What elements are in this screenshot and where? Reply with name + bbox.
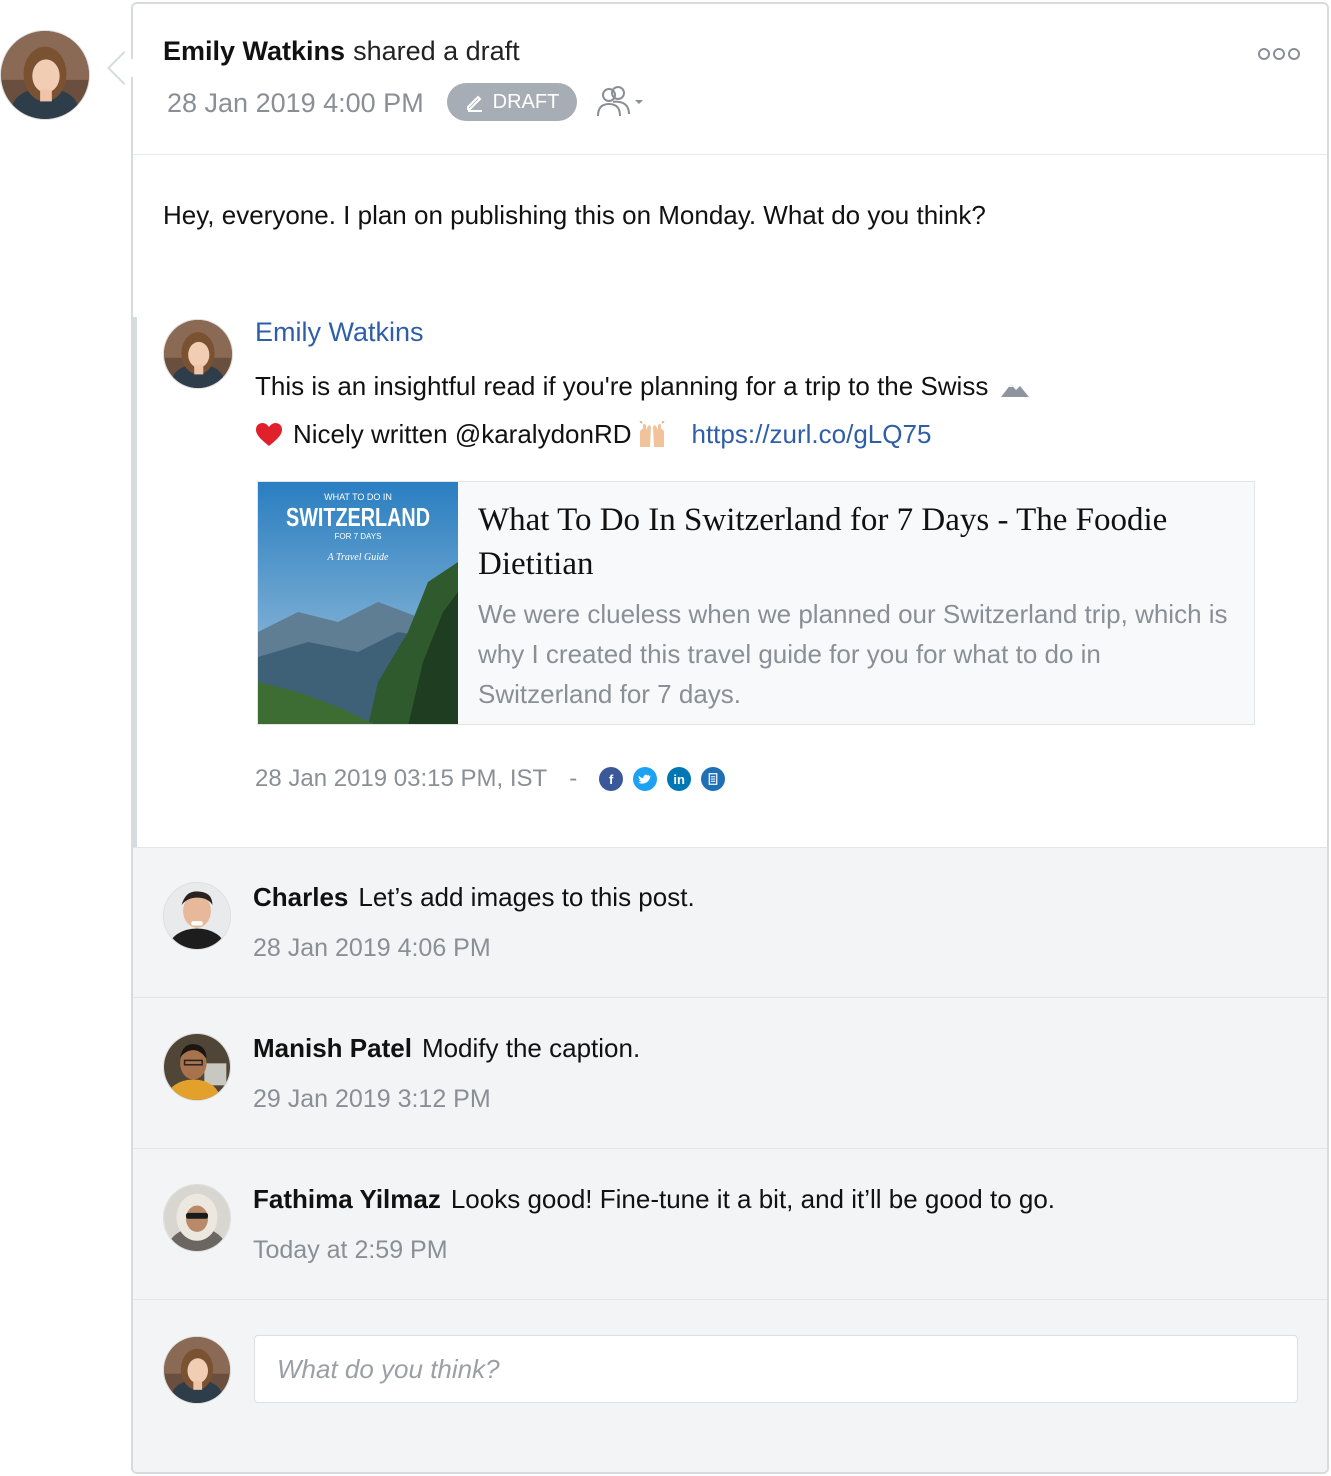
commenter-name[interactable]: Fathima Yilmaz bbox=[253, 1184, 441, 1214]
comments-section: Charles Let’s add images to this post. 28… bbox=[133, 847, 1327, 1472]
raised-hands-icon bbox=[638, 420, 665, 447]
comment-text-line: Manish Patel Modify the caption. bbox=[253, 1033, 640, 1064]
thumb-sub: FOR 7 DAYS bbox=[335, 532, 382, 541]
post-card: Emily Watkins shared a draft 28 Jan 2019 … bbox=[131, 2, 1329, 1474]
thumb-title: SWITZERLAND bbox=[286, 502, 430, 532]
author-name[interactable]: Emily Watkins bbox=[163, 36, 345, 66]
shared-text-line-2: Nicely written @karalydonRD https://zurl… bbox=[255, 419, 931, 450]
comment-text-line: Charles Let’s add images to this post. bbox=[253, 882, 695, 913]
thumb-kicker: WHAT TO DO IN bbox=[324, 492, 392, 502]
comment-time: 29 Jan 2019 3:12 PM bbox=[253, 1085, 491, 1113]
comment-time: 28 Jan 2019 4:06 PM bbox=[253, 934, 491, 962]
commenter-avatar[interactable] bbox=[163, 1033, 231, 1101]
comment-text: Let’s add images to this post. bbox=[358, 882, 695, 912]
linkedin-icon[interactable]: in bbox=[667, 767, 692, 791]
shared-link[interactable]: https://zurl.co/gLQ75 bbox=[692, 419, 932, 450]
shared-text-line-2-content: Nicely written @karalydonRD bbox=[293, 419, 632, 449]
social-network-icons: f in bbox=[599, 767, 726, 791]
shared-meta: 28 Jan 2019 03:15 PM, IST - f in bbox=[255, 765, 726, 793]
commenter-avatar[interactable] bbox=[163, 882, 231, 950]
link-preview-title[interactable]: What To Do In Switzerland for 7 Days - T… bbox=[478, 498, 1238, 586]
facebook-icon[interactable]: f bbox=[599, 767, 624, 791]
pencil-icon bbox=[466, 95, 482, 112]
commenter-name[interactable]: Charles bbox=[253, 882, 348, 912]
author-line: Emily Watkins shared a draft bbox=[163, 36, 520, 67]
more-icon bbox=[1258, 48, 1300, 60]
comment-item: Manish Patel Modify the caption. 29 Jan 2… bbox=[133, 999, 1327, 1149]
commenter-name[interactable]: Manish Patel bbox=[253, 1033, 412, 1063]
shared-text-line-1-content: This is an insightful read if you're pla… bbox=[255, 371, 989, 401]
document-icon[interactable] bbox=[701, 767, 726, 791]
shared-post: Emily Watkins This is an insightful read… bbox=[133, 317, 1327, 847]
shared-author-name[interactable]: Emily Watkins bbox=[255, 317, 424, 348]
post-header: Emily Watkins shared a draft 28 Jan 2019 … bbox=[133, 4, 1327, 155]
people-icon bbox=[597, 86, 643, 117]
shared-meta-time: 28 Jan 2019 03:15 PM, IST bbox=[255, 765, 548, 792]
audience-dropdown[interactable] bbox=[595, 84, 647, 120]
comment-text: Looks good! Fine-tune it a bit, and it’l… bbox=[450, 1184, 1056, 1214]
comment-text-line: Fathima Yilmaz Looks good! Fine-tune it a… bbox=[253, 1184, 1055, 1215]
post-timestamp: 28 Jan 2019 4:00 PM bbox=[167, 88, 424, 118]
heart-icon bbox=[256, 422, 282, 446]
author-action: shared a draft bbox=[353, 36, 520, 66]
mountain-icon bbox=[1000, 384, 1029, 398]
twitter-icon[interactable] bbox=[633, 767, 658, 791]
shared-text-line-1: This is an insightful read if you're pla… bbox=[255, 371, 1030, 402]
comment-item: Charles Let’s add images to this post. 28… bbox=[133, 848, 1327, 998]
draft-badge: DRAFT bbox=[447, 83, 577, 121]
current-user-avatar[interactable] bbox=[163, 1336, 231, 1404]
more-options-button[interactable] bbox=[1257, 42, 1301, 66]
chevron-down-icon bbox=[635, 100, 643, 104]
link-preview-thumbnail: WHAT TO DO IN SWITZERLAND FOR 7 DAYS A T… bbox=[258, 482, 458, 724]
commenter-avatar[interactable] bbox=[163, 1184, 231, 1252]
reply-input[interactable] bbox=[254, 1335, 1298, 1403]
link-preview-card[interactable]: WHAT TO DO IN SWITZERLAND FOR 7 DAYS A T… bbox=[257, 481, 1255, 725]
link-preview-description: We were clueless when we planned our Swi… bbox=[478, 599, 1228, 709]
comment-item: Fathima Yilmaz Looks good! Fine-tune it a… bbox=[133, 1150, 1327, 1300]
post-message: Hey, everyone. I plan on publishing this… bbox=[163, 200, 986, 230]
thumb-script: A Travel Guide bbox=[327, 552, 389, 563]
shared-meta-separator: - bbox=[569, 765, 578, 792]
comment-time: Today at 2:59 PM bbox=[253, 1236, 448, 1264]
draft-badge-label: DRAFT bbox=[492, 90, 560, 113]
comment-text: Modify the caption. bbox=[421, 1033, 641, 1063]
author-avatar[interactable] bbox=[0, 30, 90, 120]
shared-author-avatar[interactable] bbox=[163, 319, 233, 389]
